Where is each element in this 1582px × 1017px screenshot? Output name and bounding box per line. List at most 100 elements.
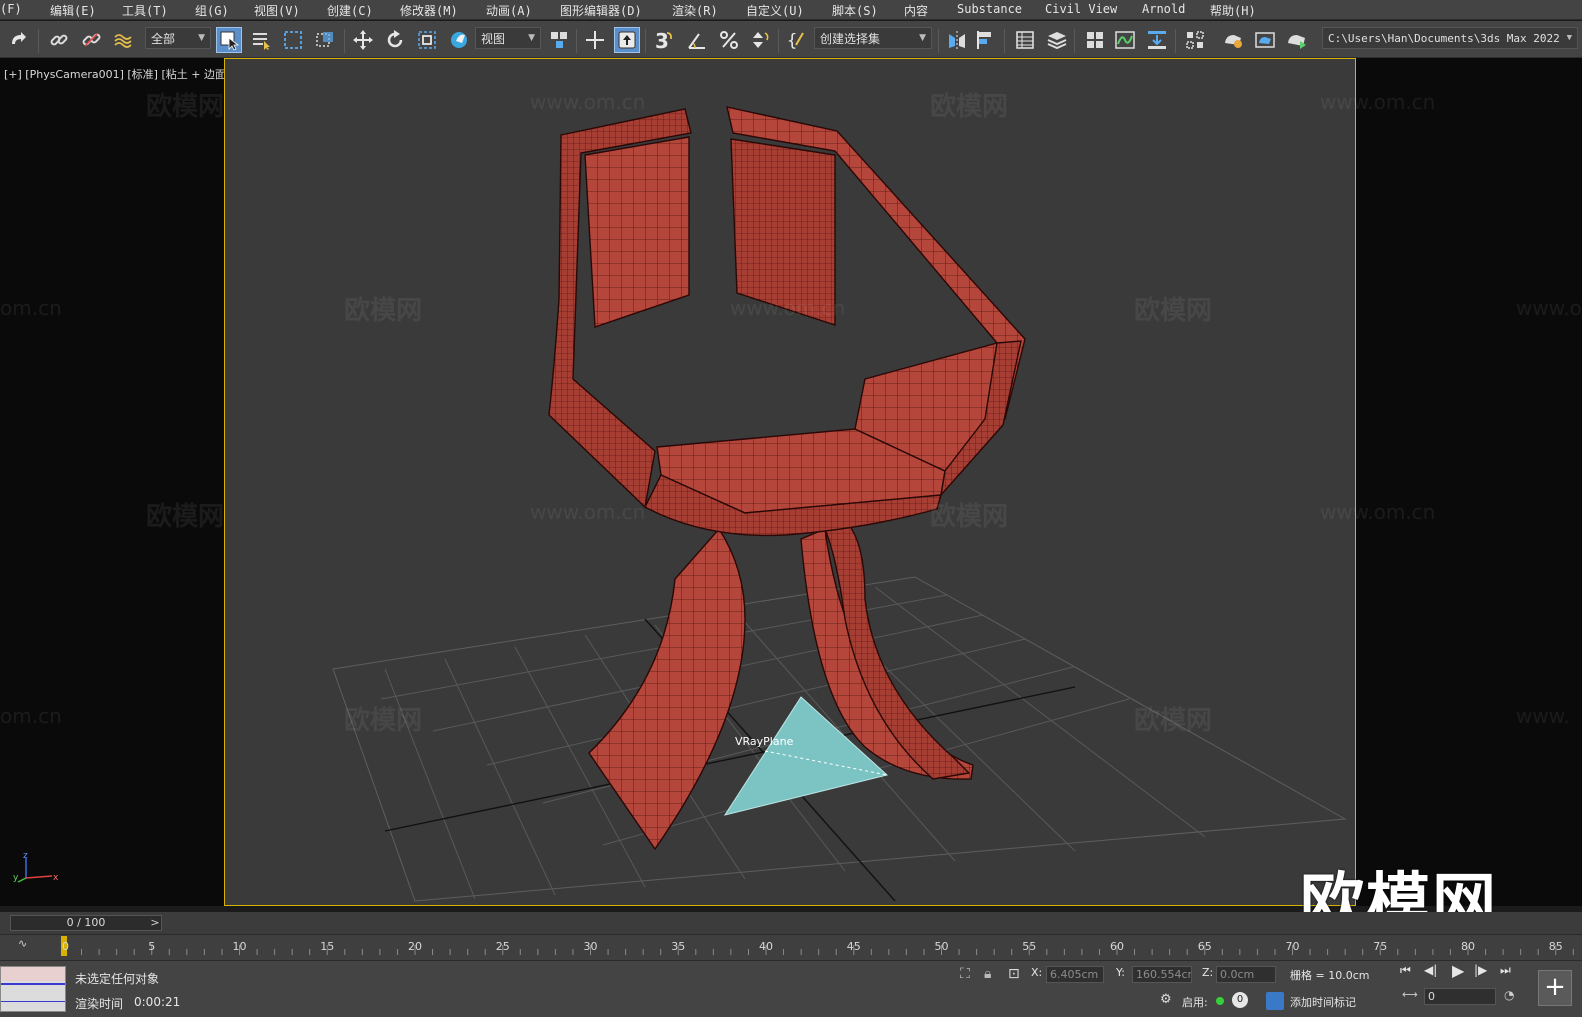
chevron-down-icon: ▼ <box>919 33 926 43</box>
menu-bar: (F) 编辑(E) 工具(T) 组(G) 视图(V) 创建(C) 修改器(M) … <box>0 0 1582 20</box>
place-icon[interactable] <box>446 27 472 53</box>
watermark-logo: 欧模网 <box>146 502 225 532</box>
scale-icon[interactable] <box>414 27 440 53</box>
rotate-icon[interactable] <box>382 27 408 53</box>
named-selection-set-dropdown[interactable]: 创建选择集 ▼ <box>814 27 932 49</box>
x-coordinate-label: X: <box>1031 966 1043 979</box>
align-icon[interactable] <box>974 27 1000 53</box>
y-coordinate-field[interactable]: 160.554cm <box>1132 966 1192 983</box>
enable-count-badge[interactable]: 0 <box>1232 992 1248 1008</box>
absolute-mode-icon[interactable]: ⊡ <box>1008 966 1026 984</box>
chevron-down-icon: ▼ <box>198 33 205 43</box>
watermark-logo: 欧模网 <box>930 502 1009 532</box>
menu-content[interactable]: 内容 <box>904 2 928 19</box>
viewport-label[interactable]: [+] [PhysCamera001] [标准] [粘土 + 边面] <box>4 66 230 82</box>
previous-frame-icon[interactable]: ◀︎| <box>1424 963 1437 977</box>
menu-substance[interactable]: Substance <box>957 2 1022 16</box>
current-frame-field[interactable]: 0 <box>1424 988 1496 1005</box>
percent-snap-icon[interactable] <box>716 27 742 53</box>
menu-help[interactable]: 帮助(H) <box>1210 2 1256 19</box>
menu-file[interactable]: (F) <box>0 2 22 16</box>
pivot-center-icon[interactable] <box>546 27 572 53</box>
menu-edit[interactable]: 编辑(E) <box>50 2 96 19</box>
next-frame-icon[interactable]: |▶︎ <box>1474 963 1487 977</box>
time-tag-icon[interactable] <box>1266 992 1284 1010</box>
spinner-snap-icon[interactable] <box>746 27 772 53</box>
play-icon[interactable]: ▶︎ <box>1452 961 1464 980</box>
track-bar-tick-label: 45 <box>846 940 861 953</box>
select-manipulate-icon[interactable] <box>582 27 608 53</box>
viewport-navigation-plus-icon[interactable]: + <box>1538 970 1572 1006</box>
watermark-logo: 欧模网 <box>1134 296 1213 326</box>
select-by-name-icon[interactable] <box>248 27 274 53</box>
grid-spacing: 栅格 = 10.0cm <box>1290 969 1370 982</box>
menu-animation[interactable]: 动画(A) <box>486 2 532 19</box>
go-to-start-icon[interactable]: ⏮ <box>1400 963 1411 978</box>
add-time-tag-button[interactable]: 添加时间标记 <box>1290 994 1356 1010</box>
rendered-frame-window-icon[interactable] <box>1252 27 1278 53</box>
axis-gizmo: z x y <box>12 851 62 891</box>
keyboard-shortcut-override-icon[interactable] <box>614 27 640 53</box>
edit-named-selection-icon[interactable]: { <box>784 27 810 53</box>
menu-tools[interactable]: 工具(T) <box>122 2 168 19</box>
selection-filter-dropdown[interactable]: 全部 ▼ <box>145 27 211 49</box>
track-bar-tick-label: 40 <box>759 940 773 953</box>
menu-civil-view[interactable]: Civil View <box>1045 2 1117 16</box>
render-time-value: 0:00:21 <box>134 995 181 1009</box>
adaptive-degradation-icon[interactable]: ⚙ <box>1160 992 1178 1010</box>
x-coordinate-field[interactable]: 6.405cm <box>1046 966 1104 983</box>
watermark-url: www.o <box>1516 296 1582 320</box>
viewport-letterbox-left <box>0 58 224 906</box>
menu-customize[interactable]: 自定义(U) <box>746 2 804 19</box>
menu-group[interactable]: 组(G) <box>195 2 229 19</box>
rectangular-selection-icon[interactable] <box>280 27 306 53</box>
time-slider-bar <box>0 912 1582 934</box>
key-mode-toggle-icon[interactable]: ⟷ <box>1402 988 1418 1001</box>
reference-coordinate-dropdown[interactable]: 视图 ▼ <box>475 27 541 49</box>
time-slider[interactable]: 0 / 100 <box>10 915 162 931</box>
watermark-logo: 欧模网 <box>344 296 423 326</box>
z-coordinate-field[interactable]: 0.0cm <box>1216 966 1276 983</box>
material-editor-icon[interactable] <box>1182 27 1208 53</box>
render-time-label: 渲染时间 <box>75 997 124 1011</box>
track-bar-tick-label: 85 <box>1548 940 1563 953</box>
project-folder-dropdown[interactable]: C:\Users\Han\Documents\3ds Max 2022 ▼ <box>1322 27 1578 49</box>
snap-dimension-label: 3 <box>655 29 669 51</box>
angle-snap-icon[interactable] <box>684 27 710 53</box>
menu-create[interactable]: 创建(C) <box>327 2 373 19</box>
isolate-selection-icon[interactable]: ⛶ <box>960 966 978 984</box>
curve-editor-icon[interactable] <box>1112 27 1138 53</box>
render-production-icon[interactable] <box>1284 27 1310 53</box>
layer-explorer-icon[interactable] <box>1044 27 1070 53</box>
move-icon[interactable] <box>350 27 376 53</box>
time-configuration-icon[interactable]: ◔ <box>1504 988 1514 1002</box>
track-bar-curve-icon[interactable]: ∿ <box>18 937 38 951</box>
menu-scripting[interactable]: 脚本(S) <box>832 2 878 19</box>
window-crossing-icon[interactable] <box>312 27 338 53</box>
go-to-end-icon[interactable]: ⏭ <box>1500 963 1511 978</box>
menu-arnold[interactable]: Arnold <box>1142 2 1185 16</box>
watermark-logo: 欧模网 <box>930 92 1009 122</box>
menu-modifiers[interactable]: 修改器(M) <box>400 2 458 19</box>
render-setup-icon[interactable] <box>1220 27 1246 53</box>
bind-space-warp-icon[interactable] <box>110 27 136 53</box>
menu-graph-editors[interactable]: 图形编辑器(D) <box>560 2 642 19</box>
watermark-logo: 欧模网 <box>344 706 423 736</box>
select-object-icon[interactable] <box>216 27 242 53</box>
menu-view[interactable]: 视图(V) <box>254 2 300 19</box>
maxscript-listener-mini[interactable] <box>0 966 66 1012</box>
track-bar-tick-label: 75 <box>1373 940 1388 953</box>
unlink-icon[interactable] <box>78 27 104 53</box>
y-coordinate-label: Y: <box>1116 966 1125 979</box>
schematic-view-icon[interactable] <box>1144 27 1170 53</box>
link-icon[interactable] <box>46 27 72 53</box>
toggle-ribbon-icon[interactable] <box>1082 27 1108 53</box>
scene-explorer-icon[interactable] <box>1012 27 1038 53</box>
menu-rendering[interactable]: 渲染(R) <box>672 2 718 19</box>
selection-lock-icon[interactable]: 🔒︎ <box>984 966 1002 984</box>
redo-icon[interactable] <box>6 27 32 53</box>
next-frame-button[interactable]: > <box>148 915 162 931</box>
mirror-icon[interactable] <box>944 27 970 53</box>
perspective-viewport[interactable]: VRayPlane <box>224 58 1356 906</box>
snaps-toggle-icon[interactable]: 3 <box>650 27 676 53</box>
